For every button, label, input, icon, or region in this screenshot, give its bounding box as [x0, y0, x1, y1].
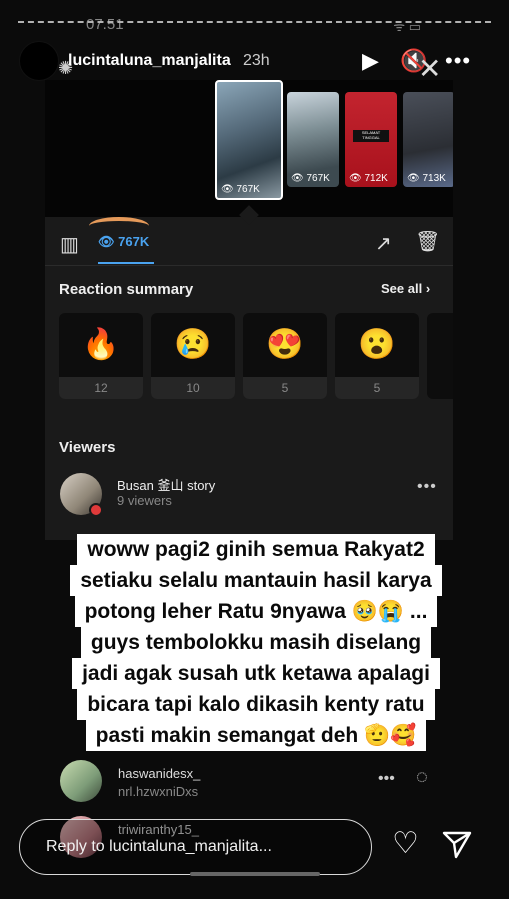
- status-icons: ᯤ ▭: [393, 19, 421, 34]
- thumbnail-views: 👁 712K: [349, 173, 388, 184]
- bar-chart-icon: ▥: [60, 234, 79, 256]
- viewer-row: Busan 釜山 story 9 viewers •••: [45, 473, 453, 523]
- crying-emoji: 😢: [174, 328, 212, 361]
- caption-line: pasti makin semangat deh 🫡🥰: [85, 720, 427, 751]
- caption-line: jadi agak susah utk ketawa apalagi: [72, 658, 440, 689]
- play-icon[interactable]: ▶: [362, 50, 379, 72]
- viewer-name: haswanidesx_: [118, 766, 201, 781]
- caption-line: bicara tapi kalo dikasih kenty ratu: [77, 689, 435, 720]
- story-thumbnail: SELAMAT TINGGAL 👁 712K: [345, 92, 397, 187]
- insights-screenshot: 👁 767K 👁 767K SELAMAT TINGGAL 👁 712K 👁 7…: [45, 80, 453, 540]
- thumbnail-banner: SELAMAT TINGGAL: [353, 130, 389, 142]
- story-caption: woww pagi2 ginih semua Rakyat2 setiaku s…: [40, 534, 472, 751]
- insights-toolbar: ▥ 👁 767K ↗ 🗑: [45, 217, 453, 265]
- more-options-icon: •••: [417, 478, 437, 495]
- thumbnail-views: 👁 767K: [221, 184, 260, 195]
- surprised-emoji: 😮: [358, 328, 396, 361]
- status-time: 07.51: [86, 16, 124, 33]
- fire-emoji: 🔥: [82, 328, 120, 361]
- reaction-card: 😢 10: [151, 313, 235, 399]
- view-count: 👁 767K: [98, 234, 150, 249]
- story-thumbnail: 👁 713K: [403, 92, 453, 187]
- message-icon: ◌: [416, 766, 428, 788]
- viewer-name: Busan 釜山 story: [117, 478, 216, 493]
- trash-icon: 🗑: [415, 231, 441, 253]
- reply-input[interactable]: Reply to lucintaluna_manjalita...: [19, 819, 372, 875]
- thumbnail-views: 👁 767K: [291, 173, 330, 184]
- reaction-list: 🔥 12 😢 10 😍 5 😮 5: [59, 313, 453, 403]
- viewer-avatar: [60, 760, 102, 802]
- reaction-count: 12: [59, 377, 143, 399]
- reaction-count: 5: [243, 377, 327, 399]
- thumbnail-strip: 👁 767K 👁 767K SELAMAT TINGGAL 👁 712K 👁 7…: [45, 80, 453, 217]
- viewer-subtitle: 9 viewers: [117, 493, 172, 508]
- viewers-title: Viewers: [59, 439, 116, 456]
- story-thumbnail: 👁 767K: [287, 92, 339, 187]
- reaction-summary-title: Reaction summary: [59, 281, 194, 298]
- divider: [45, 265, 453, 266]
- tab-underline: [98, 262, 154, 264]
- caption-line: setiaku selalu mantauin hasil karya: [70, 565, 442, 596]
- username[interactable]: lucintaluna_manjalita: [68, 52, 231, 70]
- avatar[interactable]: [19, 41, 59, 81]
- caption-line: potong leher Ratu 9nyawa 🥹😭 ...: [74, 596, 438, 627]
- heart-icon[interactable]: ♡: [392, 826, 419, 862]
- location-badge: [89, 503, 103, 517]
- caption-line: guys tembolokku masih diselang: [80, 627, 432, 658]
- more-options-icon: •••: [378, 770, 395, 787]
- reaction-count: 10: [151, 377, 235, 399]
- reaction-count: 5: [335, 377, 419, 399]
- home-indicator: [190, 872, 320, 876]
- thumbnail-views: 👁 713K: [407, 173, 446, 184]
- trending-icon: ↗: [375, 233, 392, 255]
- drawn-arc: [89, 217, 149, 235]
- close-icon[interactable]: ✕: [418, 55, 441, 83]
- reaction-card-partial: [427, 313, 453, 399]
- story-viewer: 07.51 ᯤ ▭ ✺ lucintaluna_manjalita 23h ▶ …: [0, 0, 509, 899]
- reply-placeholder: Reply to lucintaluna_manjalita...: [46, 838, 272, 855]
- reaction-card: 🔥 12: [59, 313, 143, 399]
- heart-eyes-emoji: 😍: [266, 328, 304, 361]
- viewer-subtitle: nrl.hzwxniDxs: [118, 784, 199, 799]
- see-all-link: See all ›: [381, 281, 431, 296]
- caption-line: woww pagi2 ginih semua Rakyat2: [77, 534, 435, 565]
- send-icon[interactable]: [441, 828, 473, 860]
- story-age: 23h: [243, 52, 270, 69]
- story-thumbnail: 👁 767K: [215, 80, 283, 200]
- reaction-card: 😮 5: [335, 313, 419, 399]
- reaction-card: 😍 5: [243, 313, 327, 399]
- more-options-icon[interactable]: •••: [445, 50, 471, 72]
